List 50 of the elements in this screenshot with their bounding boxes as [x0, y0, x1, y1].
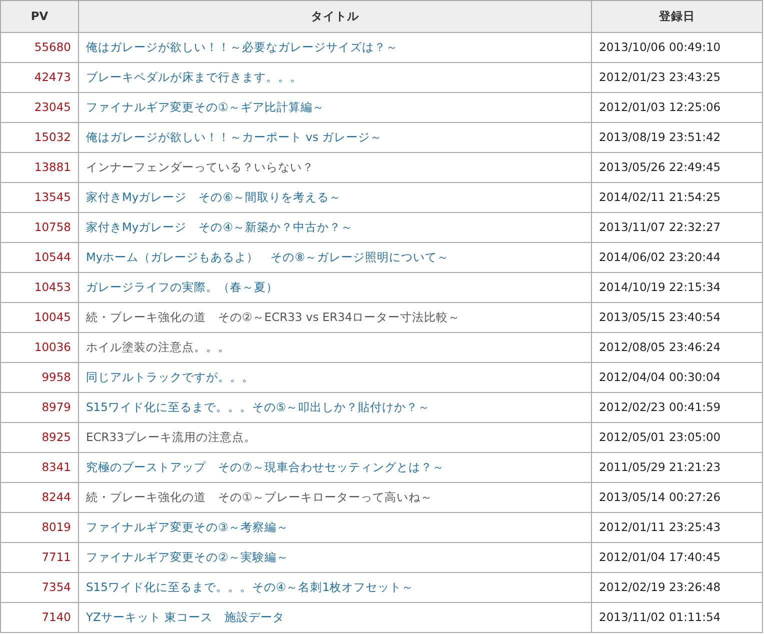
pv-count-cell: 8979	[0, 392, 78, 422]
date-cell: 2012/05/01 23:05:00	[592, 422, 762, 452]
title-link[interactable]: ECR33ブレーキ流用の注意点。	[86, 430, 256, 444]
date-cell: 2014/02/11 21:54:25	[592, 182, 762, 212]
title-link[interactable]: 同じアルトラックですが。。。	[86, 370, 254, 384]
pv-count-cell: 23045	[0, 92, 78, 122]
date-cell: 2012/01/04 17:40:45	[592, 542, 762, 572]
date-cell: 2012/04/04 00:30:04	[592, 362, 762, 392]
pv-count-cell: 10453	[0, 272, 78, 302]
pv-count-cell: 10758	[0, 212, 78, 242]
date-cell: 2013/05/14 00:27:26	[592, 482, 762, 512]
date-cell: 2012/01/11 23:25:43	[592, 512, 762, 542]
pv-count-cell: 13881	[0, 152, 78, 182]
date-cell: 2013/05/15 23:40:54	[592, 302, 762, 332]
pv-count-cell: 55680	[0, 32, 78, 62]
date-cell: 2013/11/02 01:11:54	[592, 602, 762, 632]
pv-count-cell: 13545	[0, 182, 78, 212]
date-cell: 2012/01/03 12:25:06	[592, 92, 762, 122]
date-cell: 2011/05/29 21:21:23	[592, 452, 762, 482]
date-cell: 2012/02/23 00:41:59	[592, 392, 762, 422]
column-header: PV	[0, 0, 78, 32]
date-cell: 2012/08/05 23:46:24	[592, 332, 762, 362]
title-link[interactable]: YZサーキット 東コース 施設データ	[86, 610, 285, 624]
pv-count-cell: 8341	[0, 452, 78, 482]
pv-count-cell: 7140	[0, 602, 78, 632]
pv-count-cell: 10045	[0, 302, 78, 332]
pv-count-cell: 8019	[0, 512, 78, 542]
date-cell: 2014/06/02 23:20:44	[592, 242, 762, 272]
pv-count-cell: 7711	[0, 542, 78, 572]
column-header: 登録日	[592, 0, 762, 32]
date-cell: 2013/11/07 22:32:27	[592, 212, 762, 242]
date-cell: 2013/10/06 00:49:10	[592, 32, 762, 62]
date-cell: 2013/08/19 23:51:42	[592, 122, 762, 152]
date-cell: 2014/10/19 22:15:34	[592, 272, 762, 302]
pv-count-cell: 7354	[0, 572, 78, 602]
pv-count-cell: 42473	[0, 62, 78, 92]
pv-count-cell: 10036	[0, 332, 78, 362]
pv-count-cell: 15032	[0, 122, 78, 152]
pv-count-cell: 8244	[0, 482, 78, 512]
title-link[interactable]: ホイル塗装の注意点。。。	[86, 340, 230, 354]
title-link[interactable]: ガレージライフの実際。（春～夏）	[86, 280, 278, 294]
column-header: タイトル	[78, 0, 592, 32]
pv-count-cell: 8925	[0, 422, 78, 452]
pv-count-cell: 9958	[0, 362, 78, 392]
title-link[interactable]: ファイナルギア変更その③～考察編～	[86, 520, 288, 534]
date-cell: 2012/01/23 23:43:25	[592, 62, 762, 92]
date-cell: 2012/02/19 23:26:48	[592, 572, 762, 602]
pv-count-cell: 10544	[0, 242, 78, 272]
title-link[interactable]: ファイナルギア変更その②～実験編～	[86, 550, 288, 564]
date-cell: 2013/05/26 22:49:45	[592, 152, 762, 182]
